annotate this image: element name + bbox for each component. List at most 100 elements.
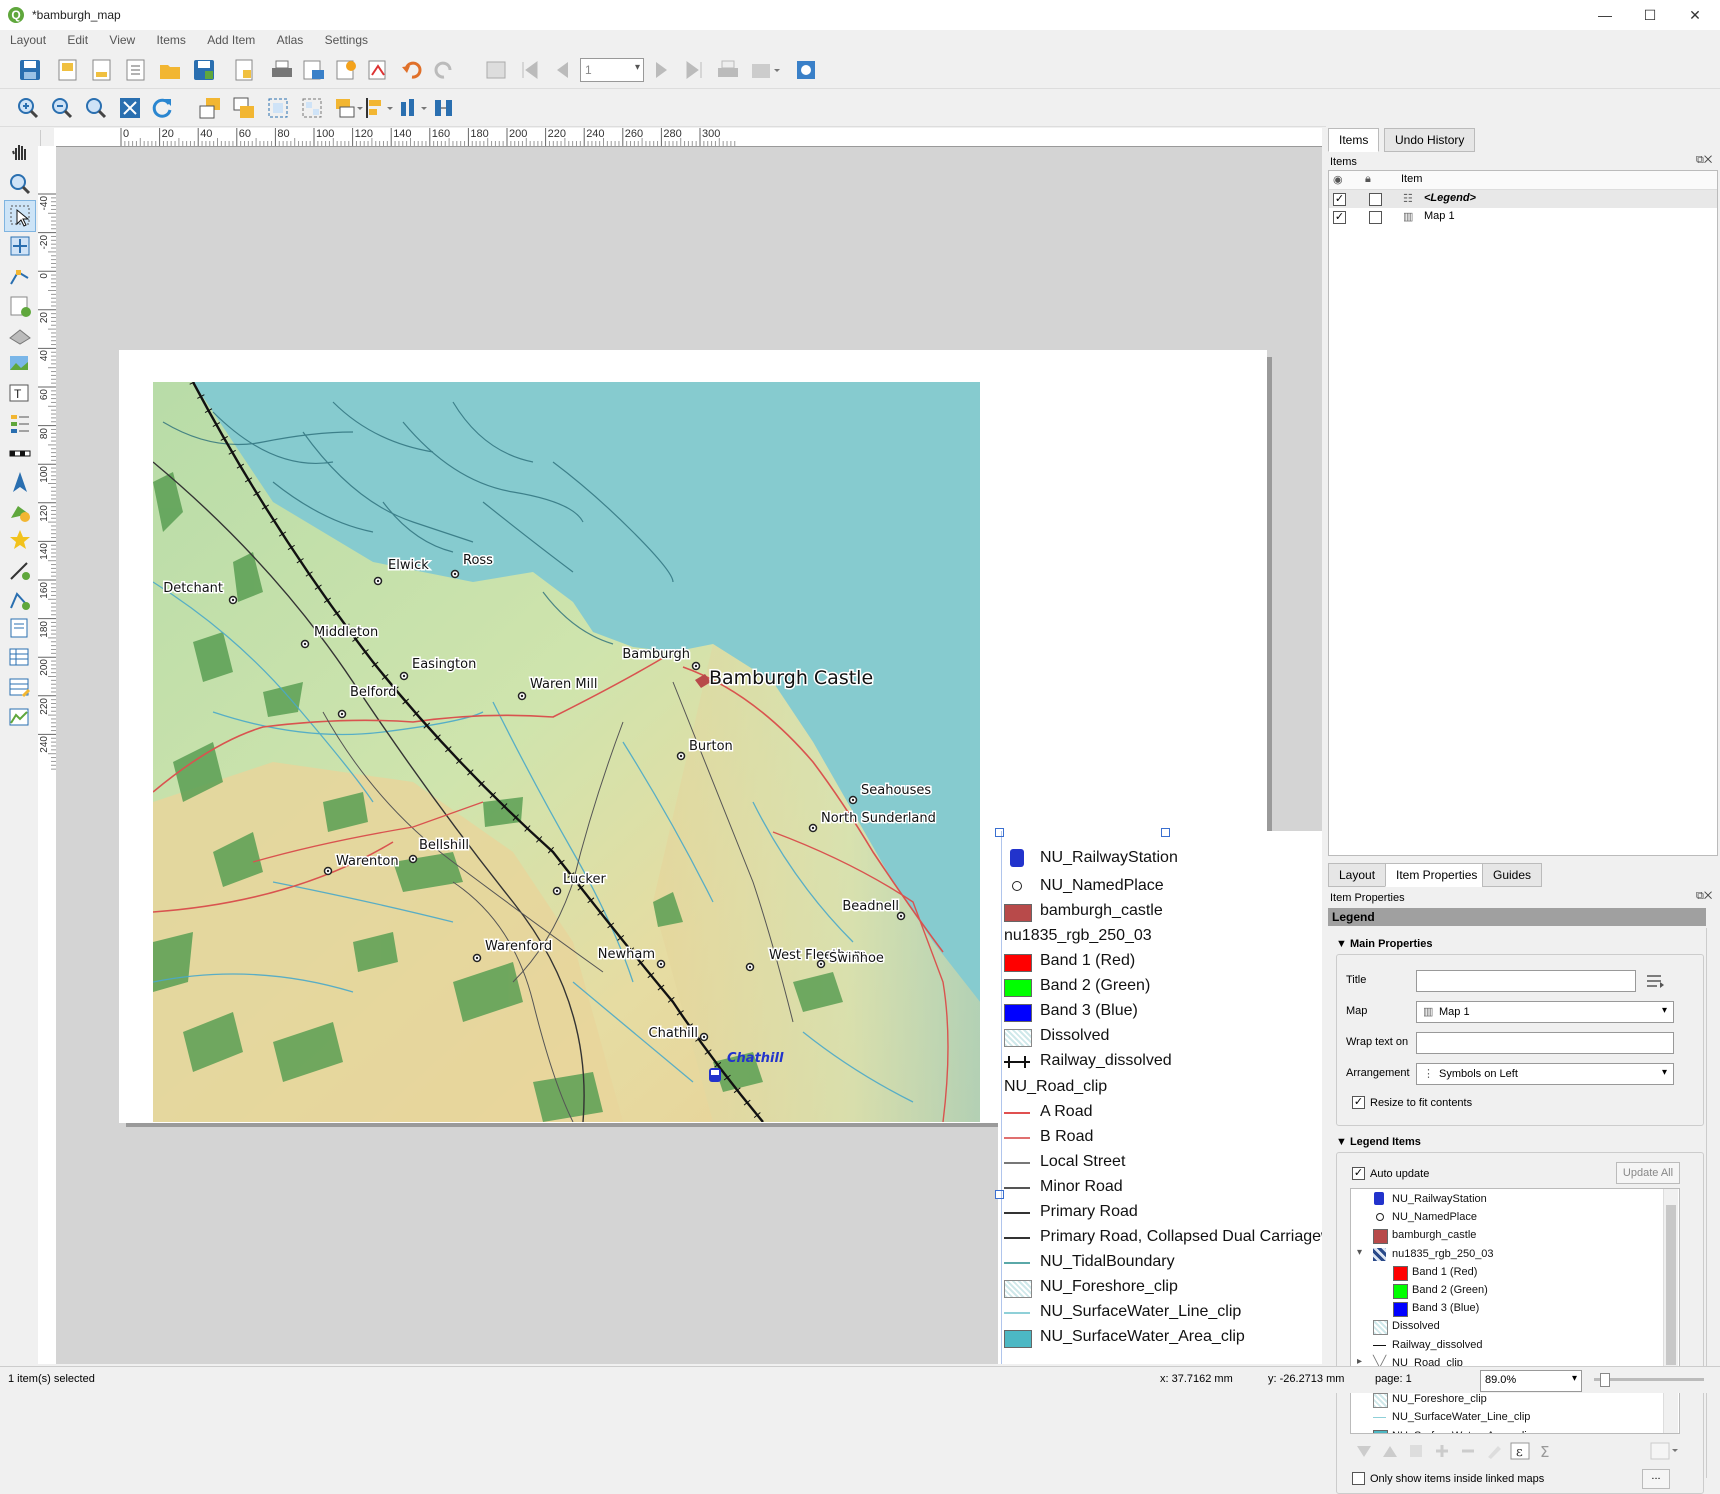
zoom-in-icon[interactable] bbox=[16, 96, 40, 120]
legend-tree-row[interactable]: ▾ nu1835_rgb_250_03 bbox=[1351, 1246, 1663, 1263]
zoom-actual-icon[interactable] bbox=[84, 96, 108, 120]
add-legend-icon[interactable] bbox=[8, 412, 32, 436]
menu-edit[interactable]: Edit bbox=[57, 30, 96, 47]
raise-lower-icon[interactable] bbox=[334, 96, 364, 120]
export-atlas-icon[interactable] bbox=[750, 58, 780, 82]
open-template-icon[interactable] bbox=[158, 58, 182, 82]
tab-guides[interactable]: Guides bbox=[1482, 863, 1543, 887]
zoom-out-icon[interactable] bbox=[50, 96, 74, 120]
add-picture-icon[interactable] bbox=[8, 352, 32, 376]
title-input[interactable] bbox=[1416, 970, 1636, 992]
add-map-icon[interactable] bbox=[8, 294, 32, 318]
previous-feature-icon[interactable] bbox=[550, 58, 574, 82]
layout-canvas[interactable]: Detchant Elwick Ross Middleton Easington Ware… bbox=[56, 147, 1322, 1364]
add-attribute-table-icon[interactable] bbox=[8, 646, 32, 670]
move-down-icon[interactable] bbox=[1354, 1442, 1374, 1460]
align-items-icon[interactable] bbox=[364, 96, 394, 120]
move-up-icon[interactable] bbox=[1380, 1442, 1400, 1460]
items-row-legend[interactable]: ✓ ☷ <Legend> bbox=[1329, 190, 1717, 208]
refresh-icon[interactable] bbox=[150, 96, 174, 120]
pan-icon[interactable] bbox=[8, 140, 32, 164]
export-svg-icon[interactable] bbox=[334, 58, 358, 82]
legend-tree-row[interactable]: NU_Foreshore_clip bbox=[1351, 1391, 1663, 1409]
duplicate-layout-icon[interactable] bbox=[90, 58, 114, 82]
selection-handle[interactable] bbox=[1161, 828, 1170, 837]
tree-scrollbar-thumb[interactable] bbox=[1666, 1205, 1676, 1365]
remove-item-icon[interactable] bbox=[1458, 1442, 1478, 1460]
lock-checkbox[interactable] bbox=[1369, 211, 1382, 224]
panel-float-close-icon[interactable]: ⧉✕ bbox=[1696, 890, 1712, 903]
last-feature-icon[interactable] bbox=[682, 58, 706, 82]
undo-icon[interactable] bbox=[400, 58, 424, 82]
zoom-full-icon[interactable] bbox=[118, 96, 142, 120]
menu-atlas[interactable]: Atlas bbox=[267, 30, 312, 47]
legend-tree-row[interactable]: NU_SurfaceWater_Line_clip bbox=[1351, 1409, 1663, 1426]
wrap-text-input[interactable] bbox=[1416, 1032, 1674, 1054]
add-shape-icon[interactable] bbox=[8, 500, 32, 524]
next-feature-icon[interactable] bbox=[650, 58, 674, 82]
atlas-preview-icon[interactable] bbox=[484, 58, 508, 82]
ungroup-items-icon[interactable] bbox=[300, 96, 324, 120]
legend-tree-row[interactable]: NU_SurfaceWater_Area_clip bbox=[1351, 1428, 1663, 1433]
close-button[interactable]: ✕ bbox=[1675, 4, 1715, 26]
legend-tree-row[interactable]: Band 1 (Red) bbox=[1351, 1264, 1663, 1281]
add-scale-bar-icon[interactable] bbox=[8, 442, 32, 466]
zoom-slider[interactable] bbox=[1594, 1373, 1704, 1387]
menu-items[interactable]: Items bbox=[147, 30, 194, 47]
auto-update-checkbox[interactable]: ✓ bbox=[1352, 1167, 1365, 1180]
minimize-button[interactable]: — bbox=[1585, 4, 1625, 26]
tab-items[interactable]: Items bbox=[1328, 128, 1380, 152]
page-setup-icon[interactable] bbox=[232, 58, 256, 82]
print-atlas-icon[interactable] bbox=[716, 58, 740, 82]
export-pdf-icon[interactable] bbox=[366, 58, 390, 82]
expression-icon[interactable]: ε bbox=[1510, 1442, 1530, 1460]
title-expression-icon[interactable] bbox=[1644, 972, 1666, 990]
print-icon[interactable] bbox=[270, 58, 294, 82]
legend-tree-row[interactable]: bamburgh_castle bbox=[1351, 1227, 1663, 1245]
menu-settings[interactable]: Settings bbox=[315, 30, 376, 47]
layout-manager-icon[interactable] bbox=[124, 58, 148, 82]
lower-items-icon[interactable] bbox=[232, 96, 256, 120]
map-combo[interactable]: ▥ Map 1 ▾ bbox=[1416, 1001, 1674, 1023]
group-items-icon[interactable] bbox=[266, 96, 290, 120]
edit-nodes-icon[interactable] bbox=[8, 264, 32, 288]
selection-handle[interactable] bbox=[995, 1190, 1004, 1199]
legend-tree-row[interactable]: Railway_dissolved bbox=[1351, 1337, 1663, 1354]
visibility-checkbox[interactable]: ✓ bbox=[1333, 211, 1346, 224]
save-icon[interactable] bbox=[18, 58, 42, 82]
add-3d-map-icon[interactable] bbox=[8, 324, 32, 348]
main-properties-toggle[interactable]: ▼ Main Properties bbox=[1336, 938, 1432, 950]
tree-expander-icon[interactable]: ▾ bbox=[1357, 1247, 1362, 1258]
tab-layout[interactable]: Layout bbox=[1328, 863, 1387, 887]
menu-layout[interactable]: Layout bbox=[0, 30, 54, 47]
filter-expression-icon[interactable] bbox=[1650, 1442, 1680, 1460]
lock-checkbox[interactable] bbox=[1369, 193, 1382, 206]
zoom-tool-icon[interactable] bbox=[8, 172, 32, 196]
sum-icon[interactable]: Σ bbox=[1536, 1442, 1556, 1460]
redo-icon[interactable] bbox=[432, 58, 456, 82]
zoom-combo[interactable]: 89.0% ▾ bbox=[1480, 1370, 1582, 1392]
add-html-icon[interactable] bbox=[8, 616, 32, 640]
resize-checkbox[interactable]: ✓ bbox=[1352, 1096, 1365, 1109]
add-label-icon[interactable]: T bbox=[8, 382, 32, 406]
only-show-checkbox[interactable] bbox=[1352, 1472, 1365, 1485]
legend-item[interactable]: NU_RailwayStation NU_NamedPlace bamburgh_c… bbox=[998, 831, 1322, 1364]
properties-scrollbar[interactable] bbox=[1706, 928, 1719, 1478]
maximize-button[interactable]: ☐ bbox=[1630, 4, 1670, 26]
update-all-button[interactable]: Update All bbox=[1616, 1162, 1680, 1184]
more-options-button[interactable]: ... bbox=[1642, 1469, 1670, 1489]
add-node-item-icon[interactable] bbox=[8, 588, 32, 612]
add-elevation-profile-icon[interactable] bbox=[8, 706, 32, 730]
tree-scrollbar[interactable] bbox=[1663, 1189, 1678, 1433]
legend-tree-row[interactable]: Dissolved bbox=[1351, 1318, 1663, 1336]
tab-undo-history[interactable]: Undo History bbox=[1384, 128, 1476, 152]
select-tool-button[interactable] bbox=[4, 200, 36, 232]
atlas-settings-icon[interactable] bbox=[794, 58, 818, 82]
add-arrow-icon[interactable] bbox=[8, 558, 32, 582]
items-row-map[interactable]: ✓ ▥ Map 1 bbox=[1329, 208, 1717, 226]
raise-items-icon[interactable] bbox=[198, 96, 222, 120]
selection-handle[interactable] bbox=[995, 828, 1004, 837]
legend-tree-row[interactable]: NU_NamedPlace bbox=[1351, 1209, 1663, 1226]
legend-items-toggle[interactable]: ▼ Legend Items bbox=[1336, 1136, 1421, 1148]
new-layout-icon[interactable] bbox=[56, 58, 80, 82]
